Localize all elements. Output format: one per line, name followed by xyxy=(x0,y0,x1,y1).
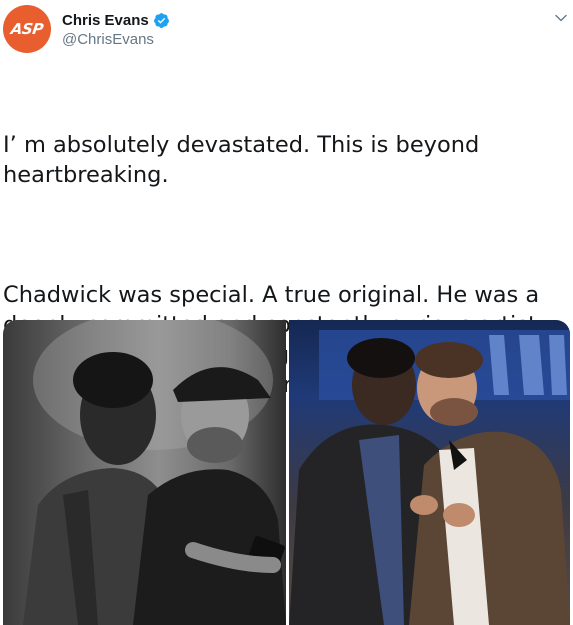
photo-left[interactable] xyxy=(3,320,286,625)
verified-badge-icon xyxy=(153,12,169,28)
photo-right[interactable] xyxy=(289,320,570,625)
display-name[interactable]: Chris Evans xyxy=(62,12,149,29)
display-name-row: Chris Evans xyxy=(62,10,170,30)
author-block: Chris Evans @ChrisEvans xyxy=(62,10,170,48)
media-grid xyxy=(3,320,570,625)
photo-right-illustration xyxy=(289,330,570,625)
handle[interactable]: @ChrisEvans xyxy=(62,31,170,48)
tweet-paragraph-1: I’ m absolutely devastated. This is beyo… xyxy=(3,132,487,188)
photo-left-illustration xyxy=(23,320,286,625)
avatar[interactable]: ASP xyxy=(3,5,51,53)
chevron-down-icon[interactable] xyxy=(553,10,569,26)
tweet-card: ASP Chris Evans @ChrisEvans I’ m absolut… xyxy=(0,0,573,625)
avatar-logo-text: ASP xyxy=(9,20,45,38)
